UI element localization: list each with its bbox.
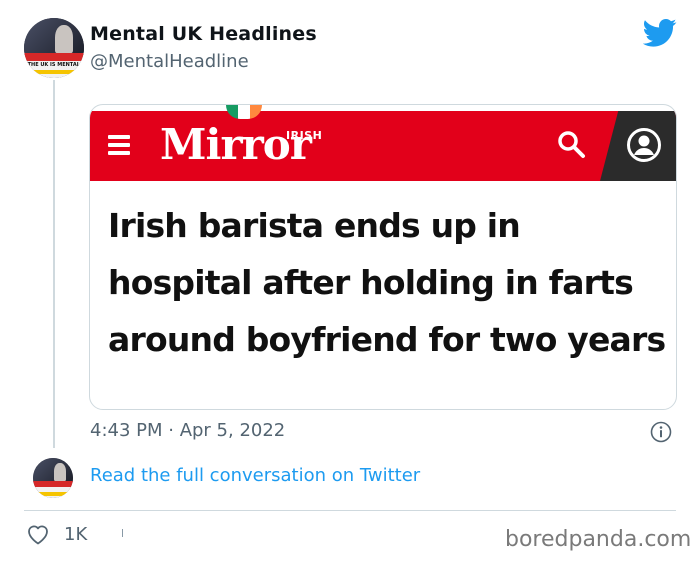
user-icon [627,128,661,162]
thread-line [53,80,55,448]
tweet-timestamp[interactable]: 4:43 PM · Apr 5, 2022 [90,420,285,441]
info-icon[interactable] [650,421,672,443]
author-display-name[interactable]: Mental UK Headlines [90,23,317,45]
avatar-caption: THE UK IS MENTAL [27,61,80,68]
twitter-bird-icon[interactable] [643,18,677,48]
like-count[interactable]: 1K [64,524,87,545]
heart-icon[interactable] [26,523,50,545]
article-headline: Irish barista ends up in hospital after … [108,206,666,359]
search-icon [558,131,585,158]
brand-logo: Mirror [160,120,312,169]
menu-icon [108,135,130,155]
watermark: boredpanda.com [505,527,692,552]
author-handle[interactable]: @MentalHeadline [90,51,249,72]
divider [24,510,676,511]
separator-tick [122,529,123,537]
embedded-article-card[interactable]: IRISH Mirror Irish barista ends up in ho… [89,104,677,410]
author-avatar[interactable]: THE UK IS MENTAL [24,18,84,78]
read-conversation-link[interactable]: Read the full conversation on Twitter [90,465,420,486]
reply-avatar[interactable] [33,458,73,498]
